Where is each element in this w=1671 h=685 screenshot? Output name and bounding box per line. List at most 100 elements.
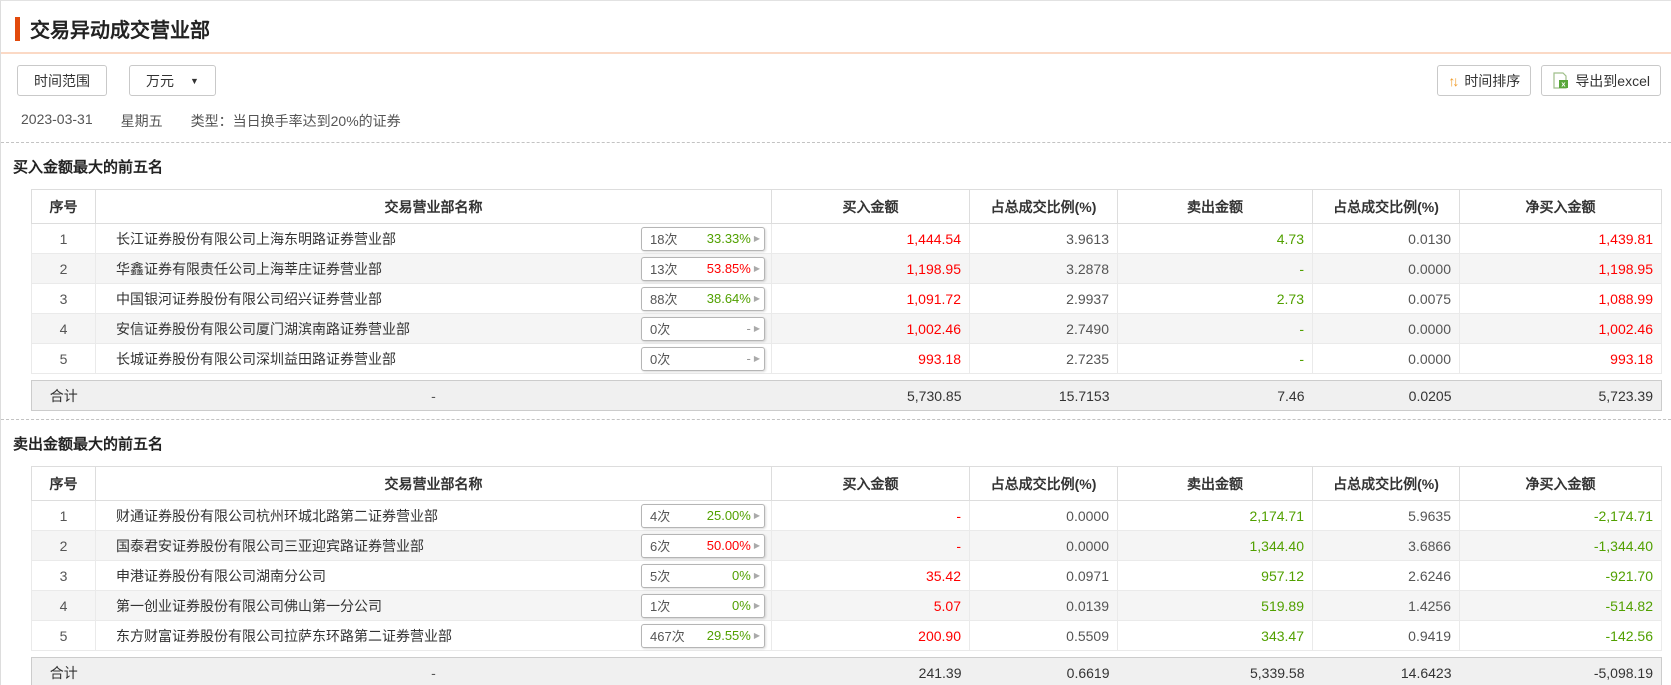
win-rate: 33.33% xyxy=(706,231,751,246)
broker-name[interactable]: 财通证券股份有限公司杭州环城北路第二证券营业部 xyxy=(116,506,438,526)
chevron-right-icon: ▶ xyxy=(753,234,760,243)
sell-ratio: 2.6246 xyxy=(1312,560,1460,591)
export-excel-button[interactable]: x 导出到excel xyxy=(1541,65,1661,96)
col-buy: 买入金额 xyxy=(771,466,970,501)
buy-amount: 5.07 xyxy=(771,590,970,621)
time-range-button[interactable]: 时间范围 xyxy=(17,65,107,96)
total-sell-ratio: 0.0205 xyxy=(1312,380,1460,411)
info-row: 2023-03-31 星期五 类型： 当日换手率达到20%的证券 xyxy=(1,96,1671,142)
total-label: 合计 xyxy=(31,380,96,411)
sell-ratio: 0.0000 xyxy=(1312,313,1460,344)
total-name: - xyxy=(95,657,772,685)
net-buy: -142.56 xyxy=(1459,620,1662,651)
buy-amount: 1,198.95 xyxy=(771,253,970,284)
col-sell: 卖出金额 xyxy=(1117,189,1313,224)
sell-ratio: 0.0000 xyxy=(1312,343,1460,374)
col-no: 序号 xyxy=(31,189,96,224)
table-row: 3 中国银河证券股份有限公司绍兴证券营业部 88次 38.64% ▶ 1,091.7… xyxy=(31,283,1662,314)
sell-ratio: 0.0075 xyxy=(1312,283,1460,314)
rank: 5 xyxy=(31,620,96,651)
sell-amount: 957.12 xyxy=(1117,560,1313,591)
excel-icon: x xyxy=(1552,72,1569,89)
win-rate: 38.64% xyxy=(706,291,751,306)
broker-name[interactable]: 第一创业证券股份有限公司佛山第一分公司 xyxy=(116,596,382,616)
sell-ratio: 0.0000 xyxy=(1312,253,1460,284)
appearance-badge[interactable]: 88次 38.64% ▶ xyxy=(641,286,765,311)
col-name: 交易营业部名称 xyxy=(95,466,772,501)
toolbar-right: ↑↓ 时间排序 x 导出到excel xyxy=(1427,65,1661,96)
total-net: -5,098.19 xyxy=(1459,657,1662,685)
total-sell: 5,339.58 xyxy=(1117,657,1313,685)
broker-name[interactable]: 申港证券股份有限公司湖南分公司 xyxy=(116,566,326,586)
buy-ratio: 0.0000 xyxy=(969,500,1118,531)
buy-table: 序号 交易营业部名称 买入金额 占总成交比例(%) 卖出金额 占总成交比例(%)… xyxy=(31,189,1662,374)
date-text: 2023-03-31 xyxy=(21,111,93,127)
broker-name[interactable]: 国泰君安证券股份有限公司三亚迎宾路证券营业部 xyxy=(116,536,424,556)
buy-ratio: 0.0971 xyxy=(969,560,1118,591)
win-rate: 25.00% xyxy=(706,508,751,523)
sell-ratio: 0.9419 xyxy=(1312,620,1460,651)
unit-select[interactable]: 万元 ▼ xyxy=(129,65,216,96)
sell-amount: 519.89 xyxy=(1117,590,1313,621)
rank: 1 xyxy=(31,223,96,254)
buy-table-header-row: 序号 交易营业部名称 买入金额 占总成交比例(%) 卖出金额 占总成交比例(%)… xyxy=(31,189,1662,224)
broker-name[interactable]: 中国银河证券股份有限公司绍兴证券营业部 xyxy=(116,289,382,309)
table-row: 1 长江证券股份有限公司上海东明路证券营业部 18次 33.33% ▶ 1,444.… xyxy=(31,223,1662,254)
chevron-right-icon: ▶ xyxy=(753,324,760,333)
col-buy-ratio: 占总成交比例(%) xyxy=(969,189,1118,224)
appearance-badge[interactable]: 13次 53.85% ▶ xyxy=(641,256,765,281)
broker-name[interactable]: 华鑫证券有限责任公司上海莘庄证券营业部 xyxy=(116,259,382,279)
appearance-badge[interactable]: 467次 29.55% ▶ xyxy=(641,623,765,648)
appearance-badge[interactable]: 18次 33.33% ▶ xyxy=(641,226,765,251)
net-buy: 1,198.95 xyxy=(1459,253,1662,284)
appearance-badge[interactable]: 5次 0% ▶ xyxy=(641,563,765,588)
total-buy-ratio: 0.6619 xyxy=(969,657,1118,685)
time-sort-button[interactable]: ↑↓ 时间排序 xyxy=(1437,65,1532,96)
sell-amount: 343.47 xyxy=(1117,620,1313,651)
net-buy: -2,174.71 xyxy=(1459,500,1662,531)
chevron-right-icon: ▶ xyxy=(753,571,760,580)
appearance-badge[interactable]: 1次 0% ▶ xyxy=(641,593,765,618)
broker-name[interactable]: 长城证券股份有限公司深圳益田路证券营业部 xyxy=(116,349,396,369)
broker-name[interactable]: 东方财富证券股份有限公司拉萨东环路第二证券营业部 xyxy=(116,626,452,646)
col-name: 交易营业部名称 xyxy=(95,189,772,224)
table-row: 4 第一创业证券股份有限公司佛山第一分公司 1次 0% ▶ 5.07 0.0139 … xyxy=(31,590,1662,621)
net-buy: 1,439.81 xyxy=(1459,223,1662,254)
rank: 2 xyxy=(31,530,96,561)
buy-ratio: 2.7490 xyxy=(969,313,1118,344)
buy-ratio: 2.9937 xyxy=(969,283,1118,314)
sell-amount: - xyxy=(1117,313,1313,344)
buy-ratio: 0.5509 xyxy=(969,620,1118,651)
chevron-right-icon: ▶ xyxy=(753,294,760,303)
appearance-badge[interactable]: 4次 25.00% ▶ xyxy=(641,503,765,528)
broker-name[interactable]: 长江证券股份有限公司上海东明路证券营业部 xyxy=(116,229,396,249)
appearance-badge[interactable]: 0次 - ▶ xyxy=(641,316,765,341)
buy-amount: 1,002.46 xyxy=(771,313,970,344)
col-sell-ratio: 占总成交比例(%) xyxy=(1312,466,1460,501)
type-label: 类型： xyxy=(190,113,233,129)
net-buy: -514.82 xyxy=(1459,590,1662,621)
net-buy: 993.18 xyxy=(1459,343,1662,374)
rank: 2 xyxy=(31,253,96,284)
total-name: - xyxy=(95,380,772,411)
table-row: 4 安信证券股份有限公司厦门湖滨南路证券营业部 0次 - ▶ 1,002.46 2.… xyxy=(31,313,1662,344)
sell-amount: 2.73 xyxy=(1117,283,1313,314)
total-buy: 5,730.85 xyxy=(771,380,970,411)
rank: 1 xyxy=(31,500,96,531)
win-rate: - xyxy=(746,321,751,336)
win-rate: 53.85% xyxy=(706,261,751,276)
buy-ratio: 2.7235 xyxy=(969,343,1118,374)
rank: 4 xyxy=(31,313,96,344)
chevron-right-icon: ▶ xyxy=(753,601,760,610)
col-no: 序号 xyxy=(31,466,96,501)
net-buy: -921.70 xyxy=(1459,560,1662,591)
appearance-badge[interactable]: 0次 - ▶ xyxy=(641,346,765,371)
chevron-down-icon: ▼ xyxy=(190,75,199,86)
col-buy-ratio: 占总成交比例(%) xyxy=(969,466,1118,501)
broker-name[interactable]: 安信证券股份有限公司厦门湖滨南路证券营业部 xyxy=(116,319,410,339)
win-rate: 0% xyxy=(732,568,751,583)
trading-department-panel: 交易异动成交营业部 时间范围 万元 ▼ ↑↓ 时间排序 x 导出到excel 2… xyxy=(0,0,1671,685)
sell-table: 序号 交易营业部名称 买入金额 占总成交比例(%) 卖出金额 占总成交比例(%)… xyxy=(31,466,1662,651)
chevron-right-icon: ▶ xyxy=(753,354,760,363)
appearance-badge[interactable]: 6次 50.00% ▶ xyxy=(641,533,765,558)
